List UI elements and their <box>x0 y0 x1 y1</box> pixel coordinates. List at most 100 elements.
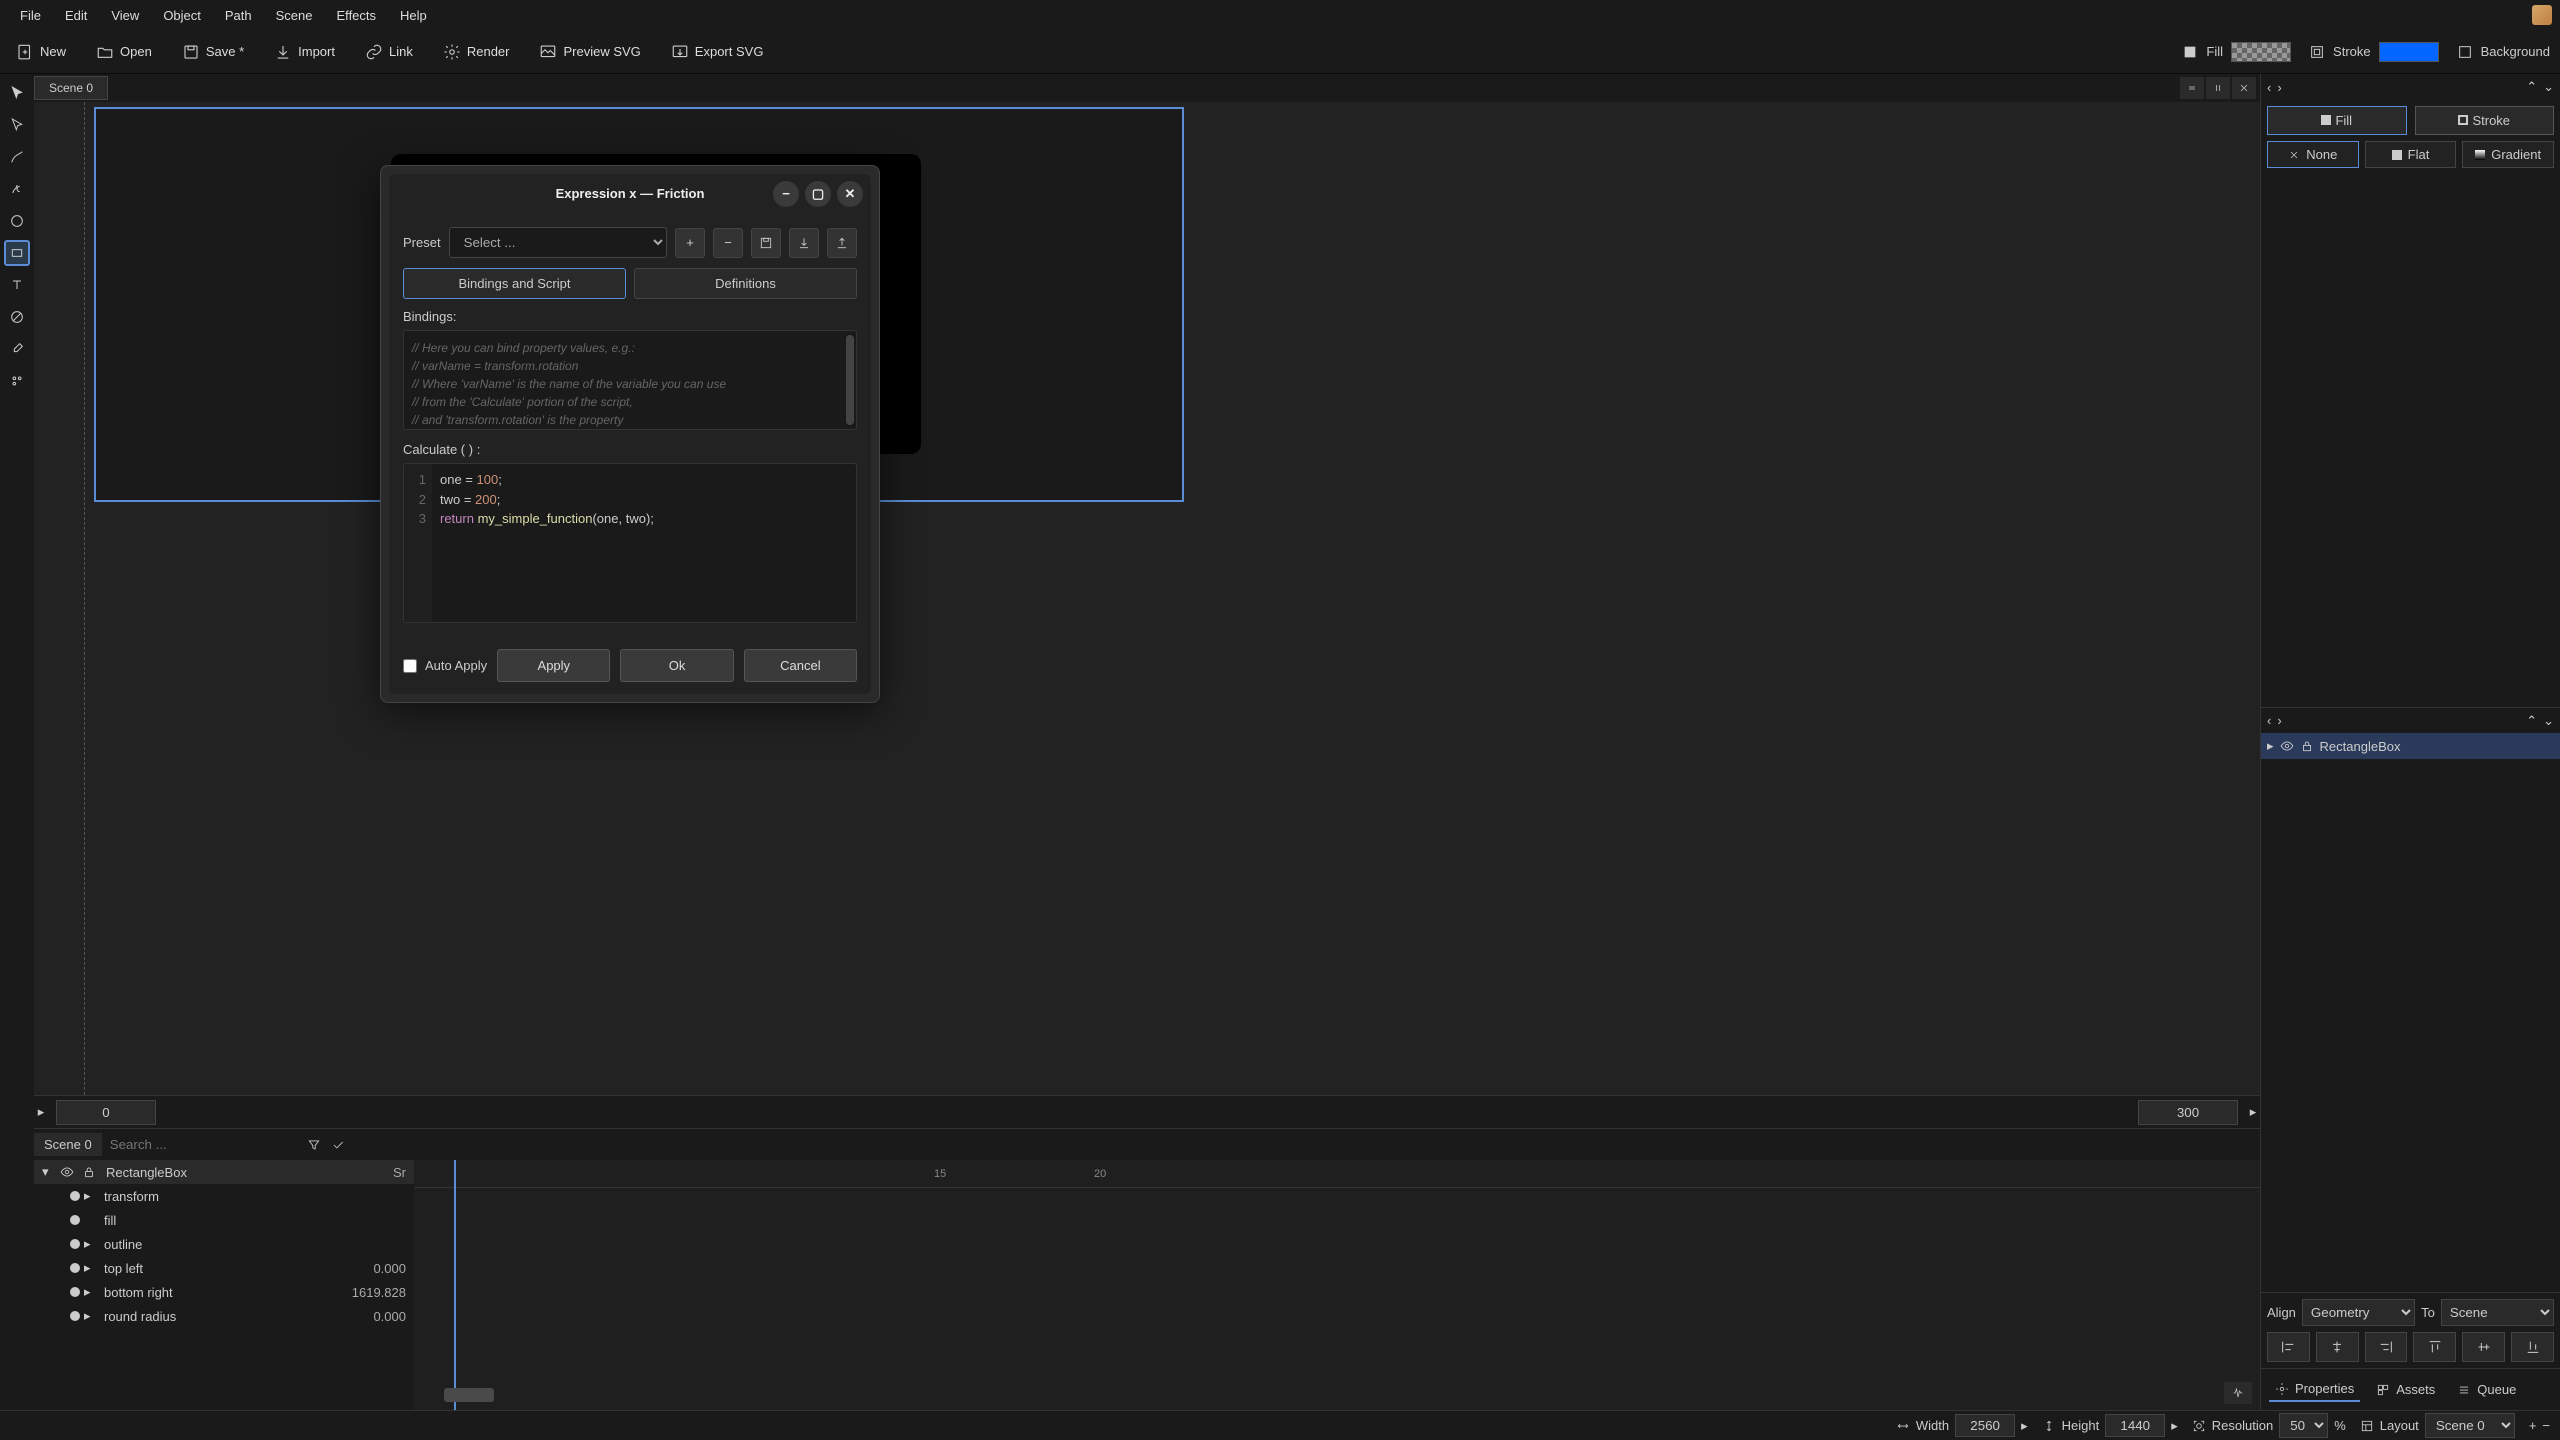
background-swatch[interactable]: Background <box>2457 44 2550 60</box>
align-bottom[interactable] <box>2511 1332 2554 1362</box>
check-icon[interactable] <box>326 1133 350 1157</box>
height-input[interactable] <box>2105 1414 2165 1437</box>
auto-apply-checkbox[interactable]: Auto Apply <box>403 658 487 673</box>
menu-scene[interactable]: Scene <box>264 4 325 27</box>
open-button[interactable]: Open <box>90 39 158 65</box>
align-left[interactable] <box>2267 1332 2310 1362</box>
prop-topleft[interactable]: ▸top left0.000 <box>34 1256 414 1280</box>
export-svg-button[interactable]: Export SVG <box>665 39 770 65</box>
preset-remove[interactable]: − <box>713 228 743 258</box>
layer-nav-back[interactable]: ‹ <box>2267 713 2271 728</box>
properties-tab[interactable]: Properties <box>2269 1377 2360 1402</box>
menu-file[interactable]: File <box>8 4 53 27</box>
link-button[interactable]: Link <box>359 39 419 65</box>
waveform-toggle[interactable] <box>2224 1382 2252 1404</box>
layer-collapse-up[interactable]: ⌃ <box>2526 713 2537 729</box>
import-button[interactable]: Import <box>268 39 341 65</box>
preview-svg-button[interactable]: Preview SVG <box>533 39 646 65</box>
preset-select[interactable]: Select ... <box>449 227 667 258</box>
prop-fill[interactable]: fill <box>34 1208 414 1232</box>
menu-path[interactable]: Path <box>213 4 264 27</box>
menu-effects[interactable]: Effects <box>325 4 389 27</box>
fill-gradient[interactable]: Gradient <box>2462 141 2554 168</box>
layer-nav-fwd[interactable]: › <box>2277 713 2281 728</box>
null-tool[interactable] <box>4 304 30 330</box>
more-tools[interactable] <box>4 368 30 394</box>
fill-swatch[interactable]: Fill <box>2182 42 2291 62</box>
align-to-select[interactable]: Scene <box>2441 1299 2554 1326</box>
align-vcenter[interactable] <box>2462 1332 2505 1362</box>
rectangle-tool[interactable] <box>4 240 30 266</box>
align-top[interactable] <box>2413 1332 2456 1362</box>
playhead[interactable] <box>454 1160 456 1410</box>
align-right[interactable] <box>2365 1332 2408 1362</box>
end-frame-input[interactable] <box>2138 1100 2238 1125</box>
assets-tab[interactable]: Assets <box>2370 1377 2441 1402</box>
select-tool[interactable] <box>4 80 30 106</box>
bindings-editor[interactable]: // Here you can bind property values, e.… <box>403 330 857 430</box>
definitions-tab[interactable]: Definitions <box>634 268 857 299</box>
nav-fwd-icon[interactable]: › <box>2277 80 2281 95</box>
resolution-select[interactable]: 50 <box>2279 1413 2328 1438</box>
to-label: To <box>2421 1305 2435 1320</box>
curve-tool[interactable] <box>4 176 30 202</box>
ellipse-tool[interactable] <box>4 208 30 234</box>
direct-select-tool[interactable] <box>4 112 30 138</box>
text-tool[interactable] <box>4 272 30 298</box>
layer-row[interactable]: ▸ RectangleBox <box>2261 733 2560 759</box>
layer-collapse-down[interactable]: ⌄ <box>2543 713 2554 729</box>
prop-roundradius[interactable]: ▸round radius0.000 <box>34 1304 414 1328</box>
close-tab[interactable] <box>2232 77 2256 99</box>
pen-tool[interactable] <box>4 144 30 170</box>
close-button[interactable]: ✕ <box>837 181 863 207</box>
nav-back-icon[interactable]: ‹ <box>2267 80 2271 95</box>
start-frame-input[interactable] <box>56 1100 156 1125</box>
menu-object[interactable]: Object <box>151 4 213 27</box>
scrubber[interactable] <box>444 1388 494 1402</box>
menu-help[interactable]: Help <box>388 4 439 27</box>
prop-transform[interactable]: ▸transform <box>34 1184 414 1208</box>
stroke-tab[interactable]: Stroke <box>2415 106 2555 135</box>
align-hcenter[interactable] <box>2316 1332 2359 1362</box>
collapse-down-icon[interactable]: ⌄ <box>2543 79 2554 95</box>
maximize-button[interactable]: ▢ <box>805 181 831 207</box>
stroke-swatch[interactable]: Stroke <box>2309 42 2439 62</box>
layout-select[interactable]: Scene 0 <box>2425 1413 2515 1438</box>
preset-add[interactable]: + <box>675 228 705 258</box>
canvas[interactable] <box>34 102 2260 1095</box>
minimize-button[interactable]: − <box>773 181 799 207</box>
fill-flat[interactable]: Flat <box>2365 141 2457 168</box>
fill-none[interactable]: None <box>2267 141 2359 168</box>
preset-save[interactable] <box>751 228 781 258</box>
apply-button[interactable]: Apply <box>497 649 610 682</box>
scene-tab[interactable]: Scene 0 <box>34 76 108 100</box>
timeline-search[interactable] <box>102 1133 302 1156</box>
queue-tab[interactable]: Queue <box>2451 1377 2522 1402</box>
fill-tab[interactable]: Fill <box>2267 106 2407 135</box>
eyedropper-tool[interactable] <box>4 336 30 362</box>
width-input[interactable] <box>1955 1414 2015 1437</box>
pause-icon[interactable] <box>2206 77 2230 99</box>
ok-button[interactable]: Ok <box>620 649 733 682</box>
align-mode-select[interactable]: Geometry <box>2302 1299 2415 1326</box>
collapse-up-icon[interactable]: ⌃ <box>2526 79 2537 95</box>
filter-icon[interactable] <box>302 1133 326 1157</box>
timeline-object-row[interactable]: ▾ RectangleBox Sr <box>34 1160 414 1184</box>
menu-view[interactable]: View <box>99 4 151 27</box>
layout-toggle-1[interactable] <box>2180 77 2204 99</box>
prop-outline[interactable]: ▸outline <box>34 1232 414 1256</box>
bindings-tab[interactable]: Bindings and Script <box>403 268 626 299</box>
save-button[interactable]: Save * <box>176 39 250 65</box>
preset-import[interactable] <box>789 228 819 258</box>
calculate-editor[interactable]: 123 one = 100; two = 200; return my_simp… <box>403 463 857 623</box>
cancel-button[interactable]: Cancel <box>744 649 857 682</box>
new-button[interactable]: New <box>10 39 72 65</box>
preset-export[interactable] <box>827 228 857 258</box>
render-button[interactable]: Render <box>437 39 516 65</box>
menu-edit[interactable]: Edit <box>53 4 99 27</box>
remove-layout[interactable]: − <box>2542 1418 2550 1433</box>
timeline-grid[interactable]: 15 20 <box>414 1160 2260 1410</box>
prop-bottomright[interactable]: ▸bottom right1619.828 <box>34 1280 414 1304</box>
add-layout[interactable]: + <box>2529 1418 2537 1433</box>
scrollbar[interactable] <box>846 335 854 425</box>
